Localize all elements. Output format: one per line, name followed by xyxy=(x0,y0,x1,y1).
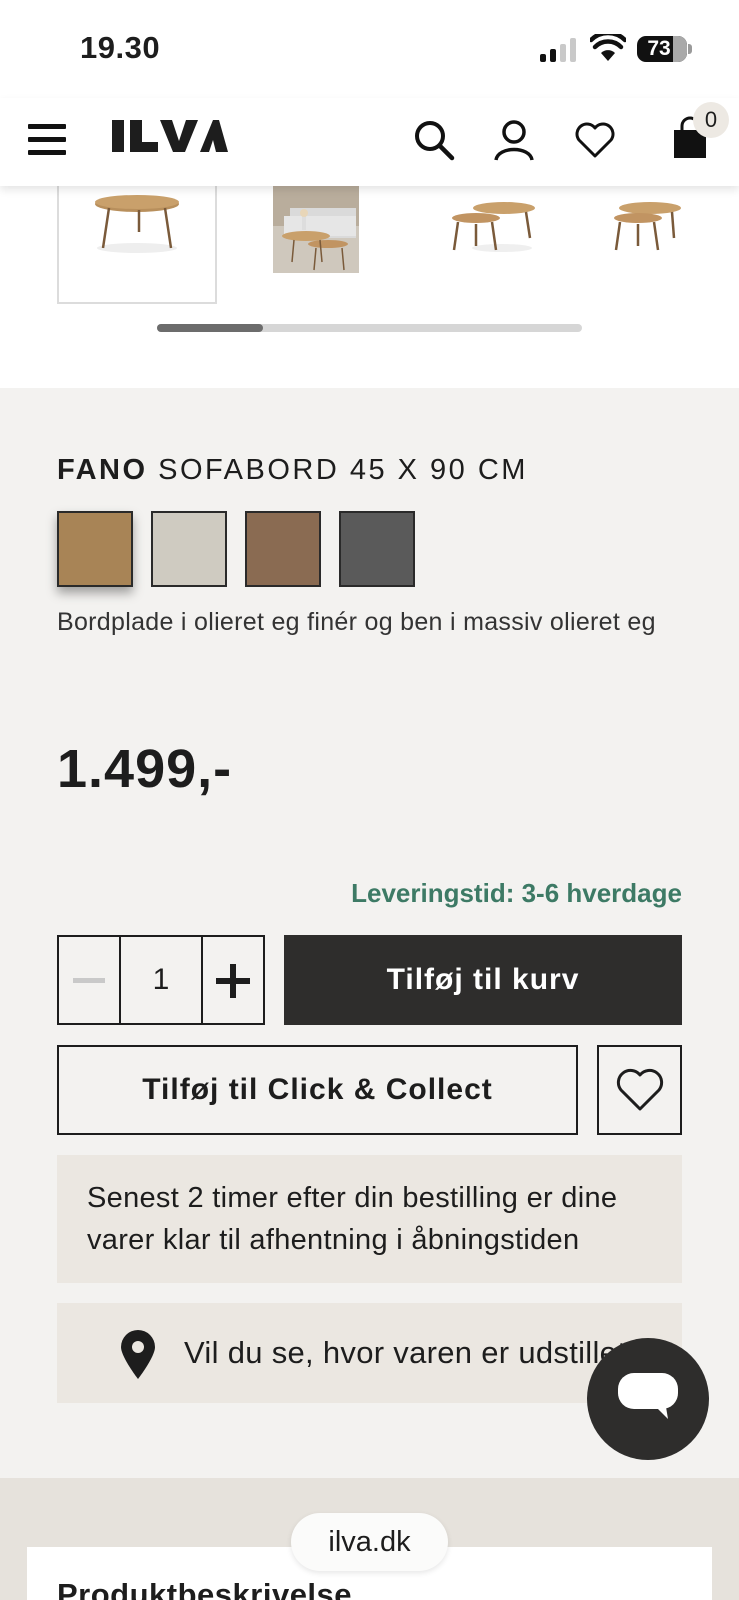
browser-url-bar[interactable]: ilva.dk xyxy=(291,1513,448,1571)
location-pin-icon xyxy=(121,1330,155,1379)
gallery-thumbnail[interactable] xyxy=(57,186,217,304)
site-header: 0 xyxy=(0,98,739,186)
search-icon[interactable] xyxy=(412,118,456,162)
product-description: Bordplade i olieret eg finér og ben i ma… xyxy=(57,608,656,636)
gallery-thumbnail[interactable] xyxy=(608,186,682,304)
quantity-decrease-button[interactable] xyxy=(59,937,119,1023)
heart-icon xyxy=(616,1068,664,1111)
pickup-info: Senest 2 timer efter din bestilling er d… xyxy=(57,1155,682,1283)
gallery-thumbnail[interactable] xyxy=(440,186,600,304)
ilva-logo[interactable] xyxy=(112,116,228,160)
wifi-icon xyxy=(590,34,626,61)
add-to-wishlist-button[interactable] xyxy=(597,1045,682,1135)
product-brand: FANO xyxy=(57,454,148,486)
wishlist-icon[interactable] xyxy=(573,118,617,162)
delivery-time: Leveringstid: 3-6 hverdage xyxy=(351,878,682,908)
account-icon[interactable] xyxy=(492,118,536,162)
battery-percentage: 73 xyxy=(647,37,671,60)
quantity-increase-button[interactable] xyxy=(203,937,263,1023)
product-info: FANO SOFABORD 45 X 90 CM Bordplade i oli… xyxy=(0,388,739,1478)
color-swatch-oak[interactable] xyxy=(57,511,133,587)
battery-icon: 73 xyxy=(637,36,692,62)
quantity-value[interactable]: 1 xyxy=(119,937,203,1023)
color-swatch-dark-grey[interactable] xyxy=(339,511,415,587)
section-heading: Produktbeskrivelse xyxy=(57,1577,353,1600)
gallery-thumbnail[interactable] xyxy=(270,186,430,304)
cart-count-badge: 0 xyxy=(693,102,729,138)
chat-bubble-icon xyxy=(618,1373,678,1419)
color-swatch-brown[interactable] xyxy=(245,511,321,587)
status-time: 19.30 xyxy=(80,30,161,65)
quantity-stepper: 1 xyxy=(57,935,265,1025)
add-to-cart-button[interactable]: Tilføj til kurv xyxy=(284,935,682,1025)
click-collect-button[interactable]: Tilføj til Click & Collect xyxy=(57,1045,578,1135)
product-gallery xyxy=(0,186,739,388)
product-title: FANO SOFABORD 45 X 90 CM xyxy=(57,454,528,487)
color-swatch-light-grey[interactable] xyxy=(151,511,227,587)
cellular-signal-icon xyxy=(540,38,578,62)
chat-button[interactable] xyxy=(587,1338,709,1460)
menu-icon[interactable] xyxy=(28,124,66,156)
product-name: SOFABORD 45 X 90 CM xyxy=(158,454,528,486)
status-bar: 19.30 73 xyxy=(0,0,739,98)
gallery-scrollbar[interactable] xyxy=(157,324,582,332)
gallery-scroll-thumb[interactable] xyxy=(157,324,263,332)
product-price: 1.499,- xyxy=(57,739,233,799)
store-display-label: Vil du se, hvor varen er udstillet? xyxy=(184,1335,644,1370)
